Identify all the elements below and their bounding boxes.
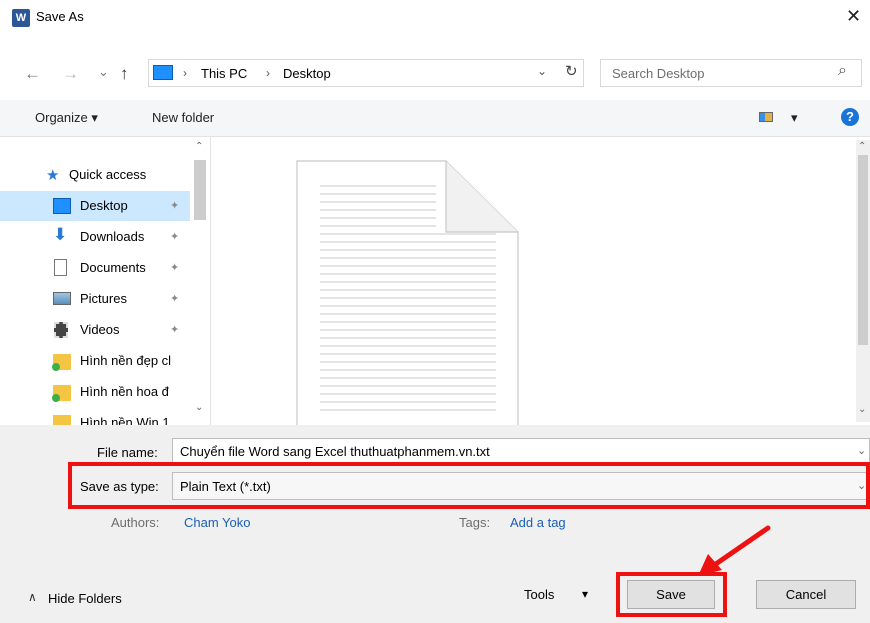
scroll-down-arrow[interactable]: ⌄ bbox=[195, 402, 203, 413]
document-thumbnail bbox=[296, 160, 519, 426]
videos-icon bbox=[54, 322, 68, 338]
address-dropdown-icon[interactable]: ⌄ bbox=[537, 64, 547, 78]
view-dropdown-icon[interactable]: ▾ bbox=[791, 110, 798, 126]
download-icon: ⬇ bbox=[53, 225, 68, 244]
pin-icon[interactable]: ✦ bbox=[170, 230, 179, 243]
word-app-icon: W bbox=[12, 9, 30, 27]
scroll-up-arrow[interactable]: ⌃ bbox=[858, 141, 866, 152]
cancel-button[interactable]: Cancel bbox=[756, 580, 856, 609]
title-bar bbox=[0, 0, 870, 36]
change-view-icon[interactable] bbox=[759, 112, 773, 122]
recent-locations-button[interactable]: ⌄ bbox=[98, 64, 109, 80]
window-title: Save As bbox=[36, 9, 84, 24]
back-button[interactable]: ← bbox=[24, 64, 41, 84]
nav-scroll-thumb[interactable] bbox=[194, 160, 206, 220]
folder-icon bbox=[53, 415, 71, 425]
search-placeholder: Search Desktop bbox=[612, 66, 705, 81]
sync-status-icon bbox=[52, 394, 60, 402]
pin-icon[interactable]: ✦ bbox=[170, 323, 179, 336]
sync-status-icon bbox=[52, 363, 60, 371]
tools-button[interactable]: Tools bbox=[524, 587, 554, 602]
breadcrumb-this-pc[interactable]: This PC bbox=[201, 66, 247, 81]
pin-icon[interactable]: ✦ bbox=[170, 261, 179, 274]
pictures-icon bbox=[53, 292, 71, 305]
refresh-icon[interactable]: ↻ bbox=[565, 62, 578, 80]
scroll-up-arrow[interactable]: ⌃ bbox=[195, 141, 203, 152]
sidebar-label: Pictures bbox=[80, 291, 127, 306]
star-icon: ★ bbox=[46, 167, 60, 184]
documents-icon bbox=[54, 259, 67, 276]
sidebar-label: Quick access bbox=[69, 167, 147, 182]
command-toolbar bbox=[0, 100, 870, 137]
hide-folders-button[interactable]: Hide Folders bbox=[48, 591, 122, 606]
sidebar-item-folder[interactable]: Hình nền Win 1 bbox=[0, 408, 190, 425]
chevron-up-icon[interactable]: ∧ bbox=[28, 590, 37, 604]
pin-icon[interactable]: ✦ bbox=[170, 199, 179, 212]
sidebar-label: Desktop bbox=[80, 198, 128, 213]
breadcrumb-separator[interactable]: › bbox=[266, 66, 270, 80]
file-name-dropdown-icon[interactable]: ⌄ bbox=[857, 444, 866, 457]
highlight-box-save-type bbox=[68, 462, 870, 509]
organize-button[interactable]: Organize ▾ bbox=[35, 110, 98, 126]
search-icon[interactable]: ⌕ bbox=[838, 62, 847, 80]
new-folder-button[interactable]: New folder bbox=[152, 110, 214, 125]
file-scroll-thumb[interactable] bbox=[858, 155, 868, 345]
file-name-value: Chuyển file Word sang Excel thuthuatphan… bbox=[180, 444, 490, 459]
tags-value[interactable]: Add a tag bbox=[510, 515, 566, 530]
sidebar-label: Downloads bbox=[80, 229, 145, 244]
tags-label: Tags: bbox=[459, 515, 491, 530]
authors-value[interactable]: Cham Yoko bbox=[184, 515, 251, 530]
authors-label: Authors: bbox=[111, 515, 160, 530]
sidebar-label: Videos bbox=[80, 322, 120, 337]
file-name-label: File name: bbox=[97, 445, 158, 460]
sidebar-label: Hình nền đẹp cl bbox=[80, 353, 172, 368]
this-pc-icon bbox=[153, 65, 173, 80]
scroll-down-arrow[interactable]: ⌄ bbox=[858, 404, 866, 415]
red-arrow-annotation bbox=[698, 525, 771, 576]
desktop-icon bbox=[53, 198, 71, 214]
forward-button[interactable]: → bbox=[62, 64, 79, 84]
breadcrumb-desktop[interactable]: Desktop bbox=[283, 66, 331, 81]
pin-icon[interactable]: ✦ bbox=[170, 292, 179, 305]
sidebar-label: Hình nền Win 1 bbox=[80, 415, 170, 425]
sidebar-label: Hình nền hoa đ bbox=[80, 384, 169, 399]
help-icon[interactable]: ? bbox=[841, 108, 859, 126]
tools-dropdown-icon[interactable]: ▾ bbox=[582, 587, 588, 601]
close-button[interactable]: ✕ bbox=[846, 6, 861, 27]
up-button[interactable]: ↑ bbox=[120, 64, 129, 84]
sidebar-label: Documents bbox=[80, 260, 146, 275]
breadcrumb-separator[interactable]: › bbox=[183, 66, 187, 80]
